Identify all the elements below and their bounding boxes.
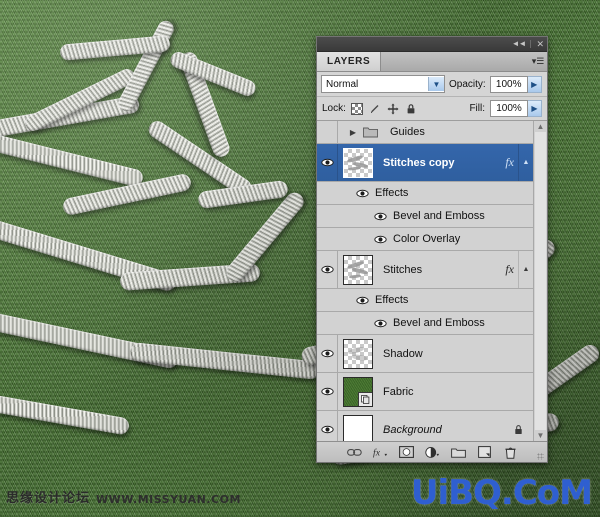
visibility-toggle-guides[interactable]	[317, 121, 338, 143]
visibility-toggle-stitches[interactable]	[317, 251, 338, 288]
fill-input[interactable]: 100%	[490, 100, 528, 117]
visibility-toggle-effects-stitches[interactable]	[355, 296, 369, 305]
add-layer-style-icon[interactable]: fx	[373, 445, 388, 459]
close-icon[interactable]: ✕	[536, 39, 544, 49]
layer-locked-icon	[513, 424, 524, 436]
effects-row-stitches-copy[interactable]: Effects	[317, 182, 533, 205]
layer-list-scrollbar[interactable]: ▲ ▼	[533, 121, 547, 441]
opacity-label: Opacity:	[449, 78, 486, 90]
panel-menu-icon[interactable]: ▾☰	[529, 52, 547, 71]
layer-name-guides: Guides	[390, 126, 425, 138]
collapse-to-icons-icon[interactable]: ◄◄	[512, 40, 527, 48]
visibility-toggle-bevel-emboss-copy[interactable]	[373, 212, 387, 221]
effect-row-color-overlay[interactable]: Color Overlay	[317, 228, 533, 251]
visibility-toggle-color-overlay[interactable]	[373, 235, 387, 244]
effect-name-bevel-emboss: Bevel and Emboss	[393, 317, 485, 329]
scroll-down-icon[interactable]: ▼	[535, 430, 546, 441]
layer-row-background[interactable]: Background	[317, 411, 533, 441]
blend-opacity-row[interactable]: Normal ▼ Opacity: 100% ▶	[317, 72, 547, 97]
effect-name-bevel-emboss-copy: Bevel and Emboss	[393, 210, 485, 222]
layer-effects-fx-icon-stitches-copy[interactable]: fx	[505, 155, 514, 170]
effects-label-stitches: Effects	[375, 294, 409, 306]
lock-fill-row[interactable]: Lock: Fill: 100% ▶	[317, 97, 547, 121]
fill-slider-arrow-icon[interactable]: ▶	[528, 100, 542, 117]
layer-row-fabric[interactable]: Fabric	[317, 373, 533, 411]
add-layer-mask-icon[interactable]	[398, 445, 414, 459]
lock-image-pixels-icon[interactable]	[369, 102, 382, 115]
site-watermark-cn: 思缘设计论坛	[6, 491, 91, 506]
layer-thumbnail-shadow[interactable]	[343, 338, 373, 369]
visibility-toggle-bevel-emboss[interactable]	[373, 319, 387, 328]
site-watermark: 思缘设计论坛 WWW.MISSYUAN.COM	[6, 487, 241, 506]
panel-tab-row[interactable]: LAYERS ▾☰	[317, 52, 547, 72]
layer-row-shadow[interactable]: Shadow	[317, 335, 533, 373]
visibility-toggle-background[interactable]	[317, 411, 338, 441]
lock-label: Lock:	[322, 103, 346, 114]
resize-grip[interactable]	[537, 453, 544, 460]
effects-collapse-stitches-copy[interactable]: ▲	[518, 144, 533, 181]
brand-watermark: UiBQ.CoM	[410, 473, 593, 513]
tab-layers-label: LAYERS	[327, 56, 371, 67]
scrollbar-track[interactable]	[535, 132, 546, 430]
opacity-stepper[interactable]: 100% ▶	[489, 75, 542, 93]
effect-name-color-overlay: Color Overlay	[393, 233, 461, 245]
chevron-down-icon[interactable]: ▼	[428, 77, 444, 91]
chevron-right-icon[interactable]: ▶	[346, 128, 360, 137]
folder-icon	[363, 126, 378, 138]
scroll-up-icon[interactable]: ▲	[535, 121, 546, 132]
layer-name-fabric: Fabric	[383, 385, 414, 398]
smart-object-badge-icon	[358, 391, 372, 406]
lock-all-icon[interactable]	[405, 102, 418, 115]
layer-name-background: Background	[383, 423, 442, 436]
layer-name-stitches-copy: Stitches copy	[383, 156, 455, 169]
layer-list[interactable]: ▶ Guides Stitches copy fx ▲ Effects Beve…	[317, 121, 547, 441]
visibility-toggle-shadow[interactable]	[317, 335, 338, 372]
layer-name-stitches: Stitches	[383, 263, 423, 276]
layer-thumbnail-stitches-copy[interactable]	[343, 147, 373, 178]
effects-label-stitches-copy: Effects	[375, 187, 409, 199]
layer-row-stitches[interactable]: Stitches fx ▲	[317, 251, 533, 289]
layer-name-shadow: Shadow	[383, 347, 423, 360]
layer-row-guides[interactable]: ▶ Guides	[317, 121, 533, 144]
new-layer-icon[interactable]	[477, 445, 492, 459]
opacity-slider-arrow-icon[interactable]: ▶	[527, 75, 542, 93]
layer-thumbnail-fabric[interactable]	[343, 376, 373, 407]
new-fill-adjustment-layer-icon[interactable]	[424, 445, 440, 459]
visibility-toggle-stitches-copy[interactable]	[317, 144, 338, 181]
fill-stepper[interactable]: 100% ▶	[490, 100, 542, 117]
layers-panel-toolbar[interactable]: fx	[317, 441, 547, 462]
svg-text:fx: fx	[373, 447, 381, 458]
layers-panel[interactable]: ◄◄ ✕ LAYERS ▾☰ Normal ▼ Opacity: 100% ▶ …	[316, 36, 548, 463]
layer-thumbnail-stitches[interactable]	[343, 254, 373, 285]
opacity-input[interactable]: 100%	[489, 75, 528, 93]
visibility-toggle-effects-stitches-copy[interactable]	[355, 189, 369, 198]
blend-mode-value: Normal	[326, 78, 359, 90]
site-watermark-url: WWW.MISSYUAN.COM	[96, 493, 241, 506]
link-layers-icon[interactable]	[346, 445, 362, 459]
layer-thumbnail-background[interactable]	[343, 414, 373, 441]
tab-layers[interactable]: LAYERS	[317, 52, 382, 71]
tab-filler	[381, 52, 529, 71]
visibility-toggle-fabric[interactable]	[317, 373, 338, 410]
layer-row-stitches-copy[interactable]: Stitches copy fx ▲	[317, 144, 533, 182]
effects-collapse-stitches[interactable]: ▲	[518, 251, 533, 288]
panel-titlebar[interactable]: ◄◄ ✕	[317, 37, 547, 52]
effects-row-stitches[interactable]: Effects	[317, 289, 533, 312]
lock-position-icon[interactable]	[387, 102, 400, 115]
layer-effects-fx-icon-stitches[interactable]: fx	[505, 262, 514, 277]
effect-row-bevel-emboss[interactable]: Bevel and Emboss	[317, 312, 533, 335]
layer-rows[interactable]: ▶ Guides Stitches copy fx ▲ Effects Beve…	[317, 121, 533, 441]
titlebar-divider	[530, 40, 532, 48]
delete-layer-icon[interactable]	[503, 445, 518, 459]
fill-label: Fill:	[469, 103, 485, 114]
lock-transparency-icon[interactable]	[351, 102, 364, 115]
effect-row-bevel-emboss-copy[interactable]: Bevel and Emboss	[317, 205, 533, 228]
blend-mode-select[interactable]: Normal ▼	[321, 75, 445, 93]
new-group-icon[interactable]	[450, 445, 466, 459]
